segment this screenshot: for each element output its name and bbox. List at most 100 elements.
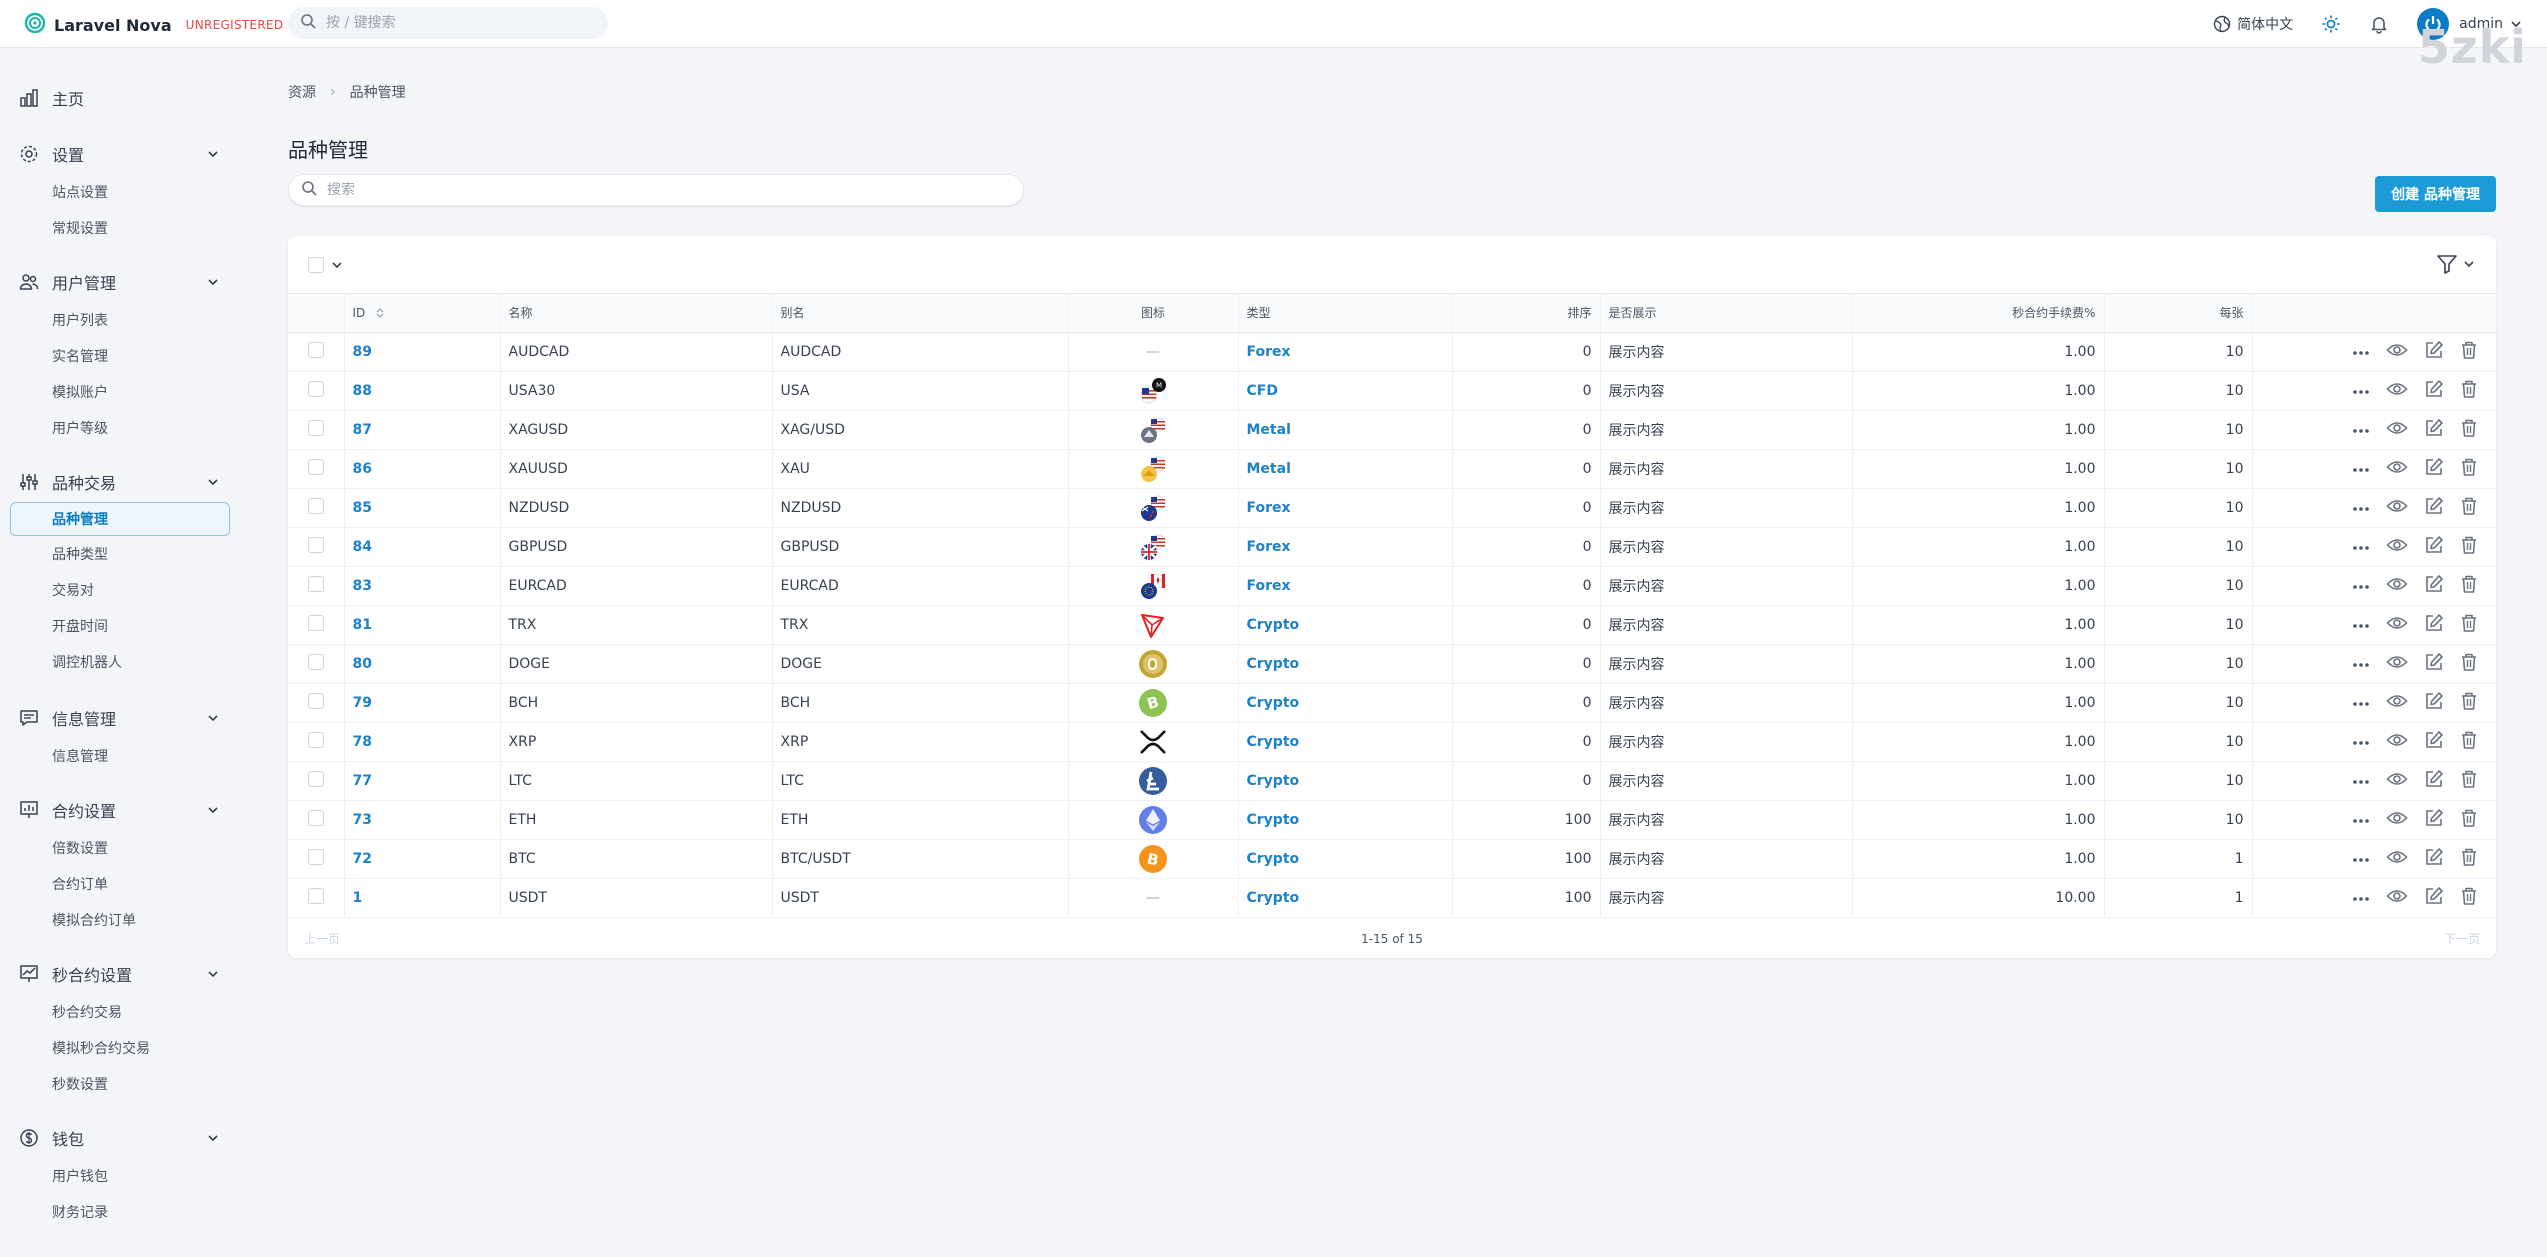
view-icon[interactable] — [2386, 692, 2408, 714]
more-actions-icon[interactable] — [2352, 539, 2370, 555]
edit-icon[interactable] — [2424, 847, 2444, 871]
delete-icon[interactable] — [2460, 613, 2478, 637]
delete-icon[interactable] — [2460, 457, 2478, 481]
sidebar-item[interactable]: 倍数设置 — [0, 830, 240, 866]
view-icon[interactable] — [2386, 614, 2408, 636]
view-icon[interactable] — [2386, 575, 2408, 597]
view-icon[interactable] — [2386, 809, 2408, 831]
row-type-link[interactable]: Metal — [1247, 422, 1291, 438]
row-id-link[interactable]: 86 — [353, 461, 372, 477]
delete-icon[interactable] — [2460, 496, 2478, 520]
view-icon[interactable] — [2386, 419, 2408, 441]
row-checkbox[interactable] — [307, 614, 324, 631]
table-row[interactable]: 73 ETH ETH Crypto 100 展示内容 1.00 10 — [288, 800, 2496, 840]
row-type-link[interactable]: Crypto — [1247, 773, 1300, 789]
row-type-link[interactable]: Crypto — [1247, 617, 1300, 633]
delete-icon[interactable] — [2460, 418, 2478, 442]
row-checkbox[interactable] — [307, 341, 324, 358]
view-icon[interactable] — [2386, 536, 2408, 558]
create-button[interactable]: 创建 品种管理 — [2375, 176, 2496, 212]
view-icon[interactable] — [2386, 770, 2408, 792]
row-type-link[interactable]: Crypto — [1247, 812, 1300, 828]
delete-icon[interactable] — [2460, 691, 2478, 715]
table-row[interactable]: 86 XAUUSD XAU Metal 0 展示内容 1.00 10 — [288, 449, 2496, 489]
more-actions-icon[interactable] — [2352, 383, 2370, 399]
row-id-link[interactable]: 89 — [353, 344, 372, 360]
edit-icon[interactable] — [2424, 574, 2444, 598]
edit-icon[interactable] — [2424, 691, 2444, 715]
sidebar-group-header[interactable]: 钱包 — [0, 1118, 240, 1158]
sidebar-item[interactable]: 常规设置 — [0, 210, 240, 246]
row-type-link[interactable]: Metal — [1247, 461, 1291, 477]
edit-icon[interactable] — [2424, 496, 2444, 520]
sidebar-item-active[interactable]: 品种管理 — [10, 502, 230, 536]
breadcrumb-resources[interactable]: 资源 — [288, 82, 316, 102]
delete-icon[interactable] — [2460, 574, 2478, 598]
more-actions-icon[interactable] — [2352, 344, 2370, 360]
row-type-link[interactable]: Crypto — [1247, 734, 1300, 750]
sidebar-group-header[interactable]: 信息管理 — [0, 698, 240, 738]
sidebar-item[interactable]: 用户列表 — [0, 302, 240, 338]
delete-icon[interactable] — [2460, 730, 2478, 754]
sidebar-item[interactable]: 合约订单 — [0, 866, 240, 902]
sidebar-item[interactable]: 模拟秒合约交易 — [0, 1030, 240, 1066]
row-checkbox[interactable] — [307, 458, 324, 475]
table-row[interactable]: 83 EURCAD EURCAD Forex 0 展示内容 1.00 10 — [288, 566, 2496, 606]
row-checkbox[interactable] — [307, 848, 324, 865]
row-checkbox[interactable] — [307, 536, 324, 553]
header-id[interactable]: ID — [344, 294, 501, 333]
table-row[interactable]: 88 USA30 USA M CFD 0 展示内容 1.00 10 — [288, 371, 2496, 411]
more-actions-icon[interactable] — [2352, 773, 2370, 789]
row-type-link[interactable]: Crypto — [1247, 851, 1300, 867]
sidebar-item[interactable]: 用户钱包 — [0, 1158, 240, 1194]
table-row[interactable]: 81 TRX TRX Crypto 0 展示内容 1.00 10 — [288, 605, 2496, 645]
sidebar-item[interactable]: 用户等级 — [0, 410, 240, 446]
row-id-link[interactable]: 79 — [353, 695, 372, 711]
view-icon[interactable] — [2386, 497, 2408, 519]
delete-icon[interactable] — [2460, 769, 2478, 793]
row-id-link[interactable]: 87 — [353, 422, 372, 438]
row-id-link[interactable]: 73 — [353, 812, 372, 828]
more-actions-icon[interactable] — [2352, 578, 2370, 594]
table-row[interactable]: 72 BTC BTC/USDT B Crypto 100 展示内容 1.00 1 — [288, 839, 2496, 879]
view-icon[interactable] — [2386, 341, 2408, 363]
row-checkbox[interactable] — [307, 692, 324, 709]
row-id-link[interactable]: 88 — [353, 383, 372, 399]
edit-icon[interactable] — [2424, 535, 2444, 559]
table-row[interactable]: 79 BCH BCH B Crypto 0 展示内容 1.00 10 — [288, 683, 2496, 723]
table-row[interactable]: 87 XAGUSD XAG/USD Metal 0 展示内容 1.00 10 — [288, 410, 2496, 450]
edit-icon[interactable] — [2424, 418, 2444, 442]
more-actions-icon[interactable] — [2352, 461, 2370, 477]
edit-icon[interactable] — [2424, 808, 2444, 832]
sidebar-group-header[interactable]: 秒合约设置 — [0, 954, 240, 994]
brand[interactable]: Laravel Nova UNREGISTERED — [24, 12, 283, 38]
sidebar-item[interactable]: 财务记录 — [0, 1194, 240, 1230]
sidebar-item[interactable]: 模拟合约订单 — [0, 902, 240, 938]
row-checkbox[interactable] — [307, 809, 324, 826]
row-checkbox[interactable] — [307, 653, 324, 670]
row-type-link[interactable]: CFD — [1247, 383, 1278, 399]
next-page-button[interactable]: 下一页 — [2444, 930, 2480, 947]
sidebar-group-header[interactable]: 用户管理 — [0, 262, 240, 302]
row-id-link[interactable]: 84 — [353, 539, 372, 555]
edit-icon[interactable] — [2424, 379, 2444, 403]
row-type-link[interactable]: Forex — [1247, 500, 1291, 516]
row-id-link[interactable]: 77 — [353, 773, 372, 789]
sidebar-group-header[interactable]: 设置 — [0, 134, 240, 174]
table-row[interactable]: 85 NZDUSD NZDUSD Forex 0 展示内容 1.00 10 — [288, 488, 2496, 528]
table-row[interactable]: 80 DOGE DOGE Crypto 0 展示内容 1.00 10 — [288, 644, 2496, 684]
row-type-link[interactable]: Crypto — [1247, 656, 1300, 672]
row-id-link[interactable]: 72 — [353, 851, 372, 867]
more-actions-icon[interactable] — [2352, 422, 2370, 438]
table-row[interactable]: 1 USDT USDT — Crypto 100 展示内容 10.00 1 — [288, 878, 2496, 918]
delete-icon[interactable] — [2460, 808, 2478, 832]
more-actions-icon[interactable] — [2352, 734, 2370, 750]
sidebar-item[interactable]: 调控机器人 — [0, 644, 240, 680]
row-type-link[interactable]: Forex — [1247, 539, 1291, 555]
more-actions-icon[interactable] — [2352, 617, 2370, 633]
edit-icon[interactable] — [2424, 457, 2444, 481]
view-icon[interactable] — [2386, 887, 2408, 909]
row-checkbox[interactable] — [307, 731, 324, 748]
row-checkbox[interactable] — [307, 497, 324, 514]
sidebar-item[interactable]: 信息管理 — [0, 738, 240, 774]
